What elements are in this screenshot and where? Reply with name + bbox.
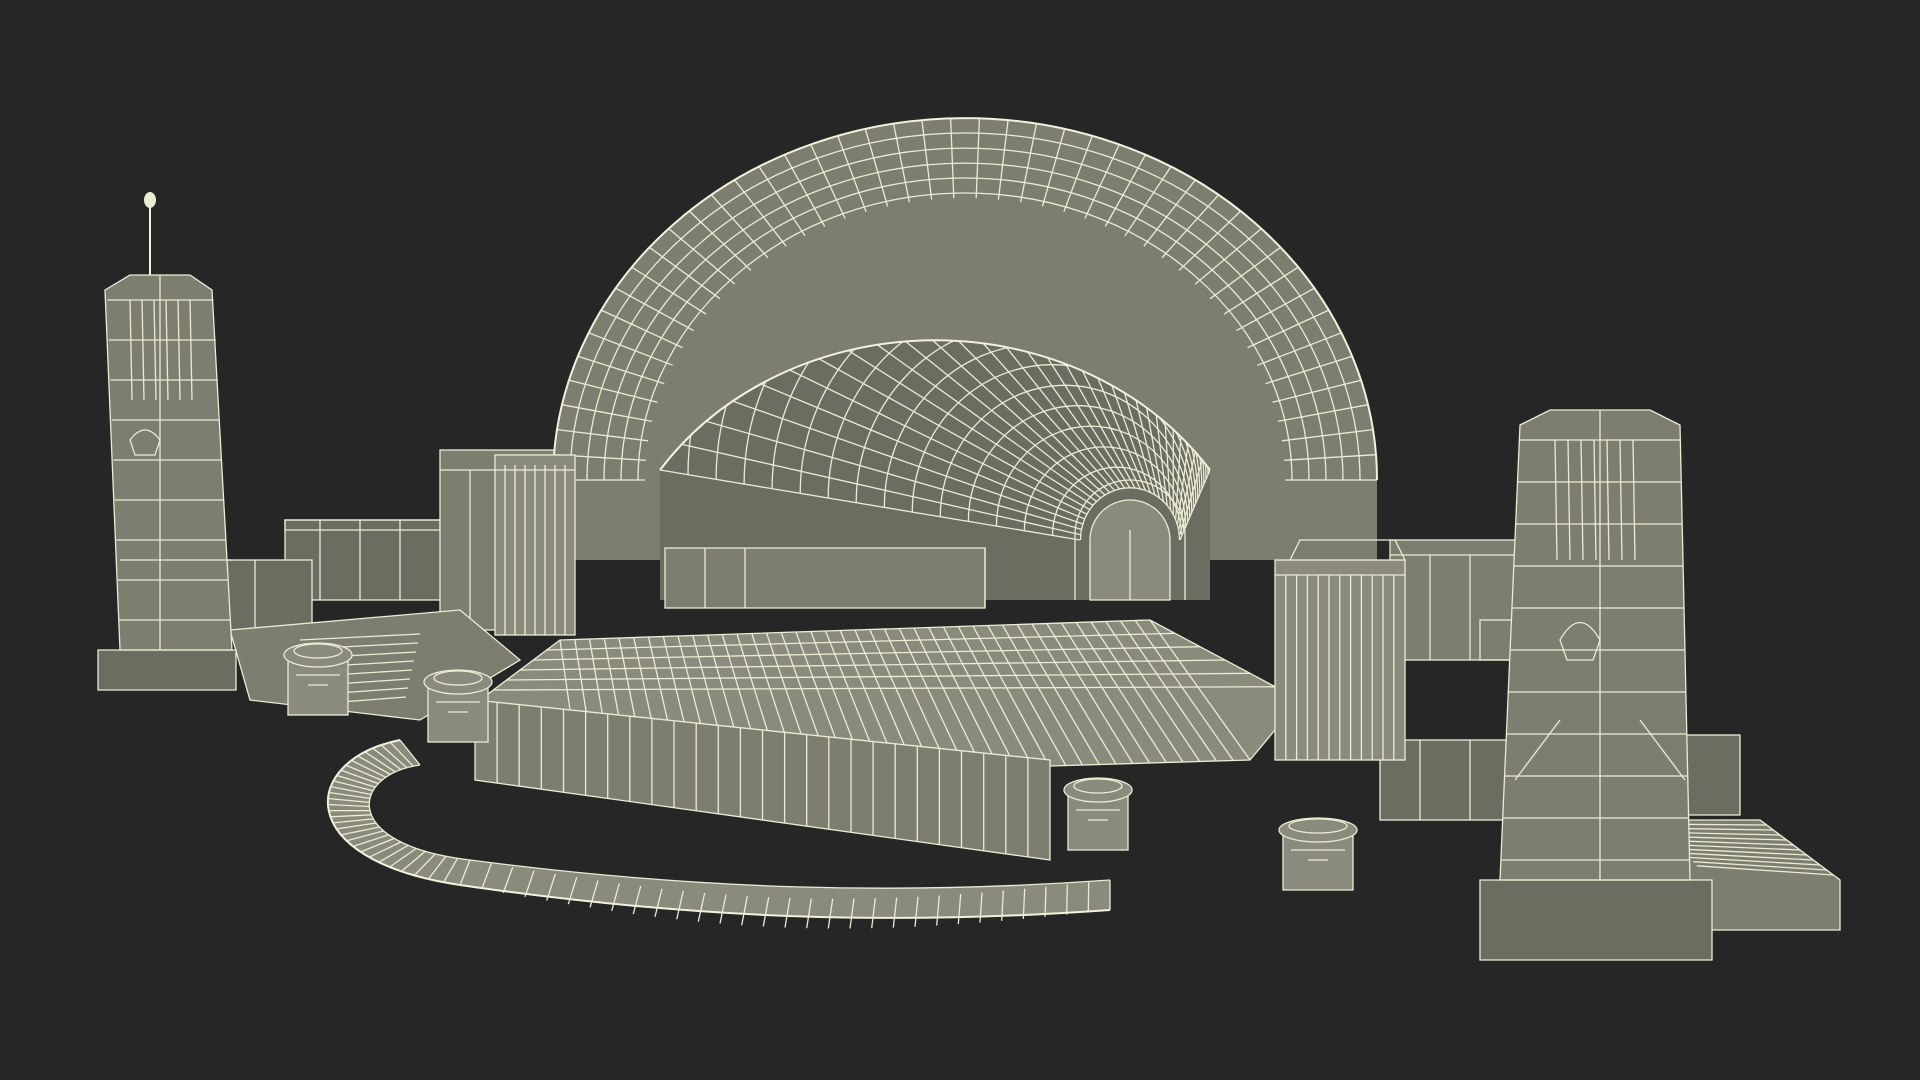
right-tower — [1479, 409, 1713, 961]
bandshell-wireframe-render — [97, 117, 1841, 961]
lip-tick — [1066, 884, 1068, 915]
left-tower — [97, 192, 237, 691]
back-wall — [664, 547, 986, 609]
render-viewport — [0, 0, 1920, 1080]
